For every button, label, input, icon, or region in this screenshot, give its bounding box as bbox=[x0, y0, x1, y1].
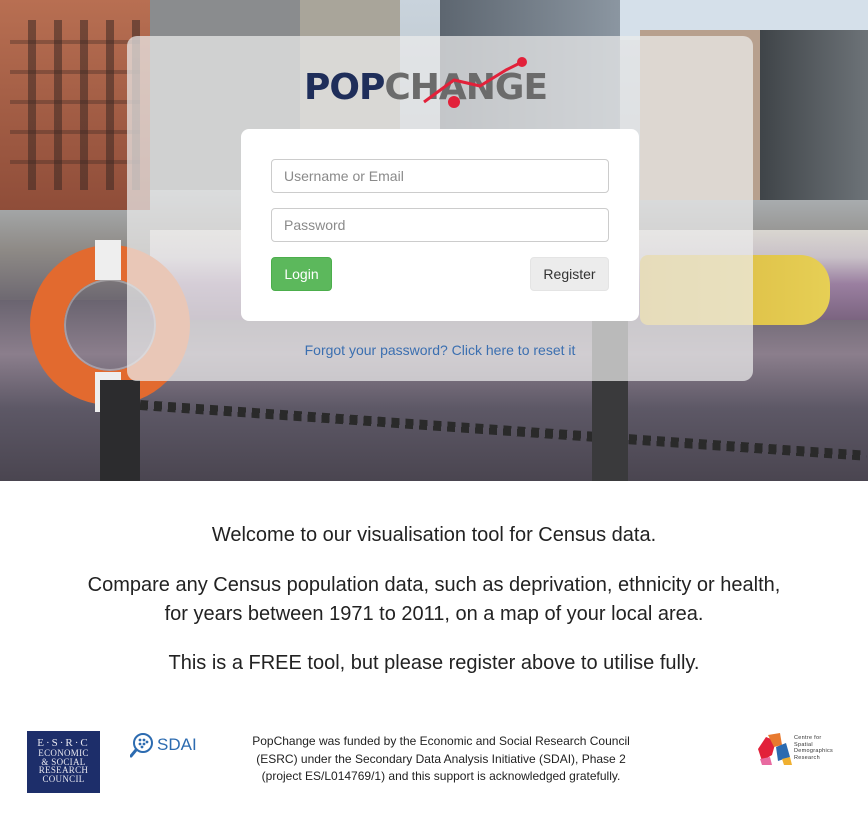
esrc-logo: E·S·R·C ECONOMIC & SOCIAL RESEARCH COUNC… bbox=[27, 731, 100, 793]
funding-acknowledgement: PopChange was funded by the Economic and… bbox=[228, 733, 654, 786]
welcome-description-line1: Compare any Census population data, such… bbox=[87, 574, 781, 596]
welcome-heading: Welcome to our visualisation tool for Ce… bbox=[211, 524, 657, 546]
username-input[interactable] bbox=[271, 159, 609, 193]
funding-line: (ESRC) under the Secondary Data Analysis… bbox=[256, 751, 626, 766]
esrc-logo-line: COUNCIL bbox=[42, 773, 85, 784]
welcome-description-line2: for years between 1971 to 2011, on a map… bbox=[164, 603, 704, 625]
popchange-logo: POPCHANGE bbox=[304, 56, 576, 110]
magnifier-dots-icon bbox=[130, 733, 153, 758]
sdai-logo-text: SDAI bbox=[157, 735, 197, 754]
csdr-logo-label: Centre for Spatial Demographics Research bbox=[794, 735, 834, 761]
free-tool-notice: This is a FREE tool, but please register… bbox=[168, 652, 700, 674]
logo-trend-line-icon bbox=[423, 57, 527, 108]
csdr-logo-line: Research bbox=[794, 754, 820, 761]
welcome-description: Compare any Census population data, such… bbox=[0, 571, 868, 629]
funding-line: PopChange was funded by the Economic and… bbox=[252, 734, 630, 748]
register-button[interactable]: Register bbox=[530, 257, 609, 291]
funding-line: (project ES/L014769/1) and this support … bbox=[261, 769, 621, 783]
login-button[interactable]: Login bbox=[271, 257, 332, 291]
csdr-logo-line: Demographics bbox=[794, 748, 834, 754]
password-input[interactable] bbox=[271, 208, 609, 242]
sdai-logo: SDAI bbox=[130, 731, 197, 759]
forgot-password-link[interactable]: Forgot your password? Click here to rese… bbox=[127, 342, 753, 358]
